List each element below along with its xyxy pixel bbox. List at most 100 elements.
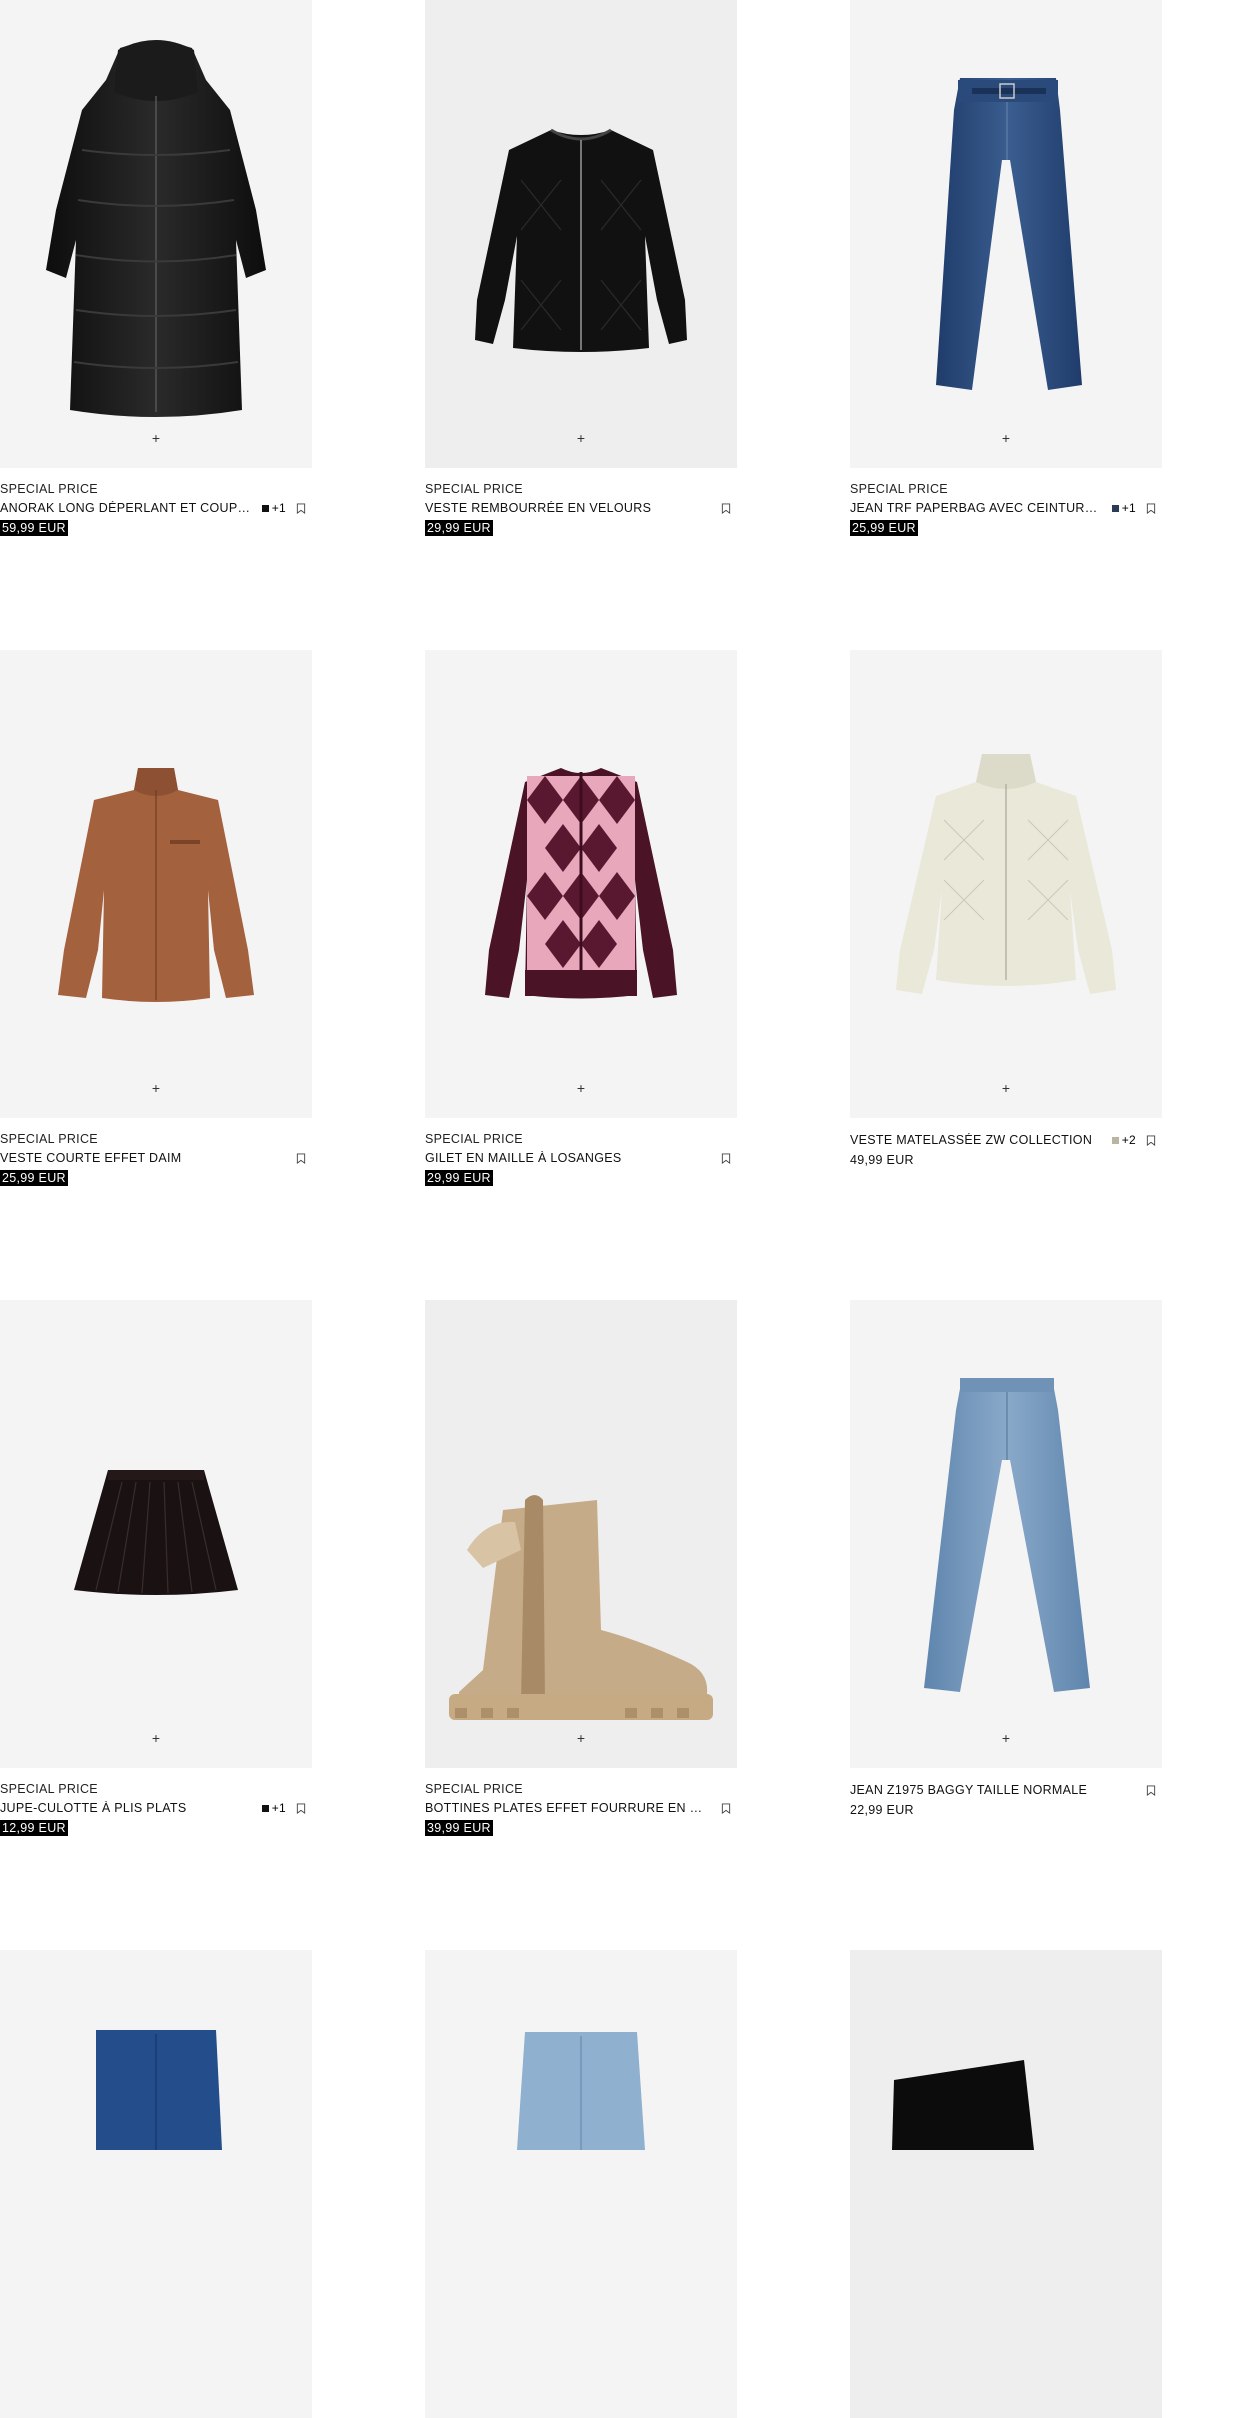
bookmark-icon[interactable]	[1146, 1134, 1156, 1146]
bookmark-icon[interactable]	[721, 502, 731, 514]
product-price: 25,99 EUR	[850, 520, 918, 536]
more-colors-count: +1	[271, 501, 286, 515]
bookmark-icon[interactable]	[296, 1152, 306, 1164]
product-card[interactable]: + SPECIAL PRICE JEAN TRF PAPERBAG AVEC C…	[850, 0, 1162, 537]
product-image-paperbag-jeans	[936, 78, 1082, 390]
product-card[interactable]: + SPECIAL PRICE GILET EN MAILLE À LOSANG…	[425, 650, 737, 1187]
product-price: 29,99 EUR	[425, 520, 493, 536]
product-name[interactable]: BOTTINES PLATES EFFET FOURRURE EN CR...	[425, 1801, 711, 1815]
color-swatches[interactable]: +1	[1111, 501, 1136, 515]
product-name[interactable]: GILET EN MAILLE À LOSANGES	[425, 1151, 711, 1165]
product-image[interactable]: +	[850, 650, 1162, 1118]
product-image-argyle-cardigan	[485, 768, 677, 999]
quick-add-plus-icon[interactable]: +	[148, 1730, 164, 1746]
product-image[interactable]: +	[0, 650, 312, 1118]
bookmark-icon[interactable]	[296, 502, 306, 514]
product-card[interactable]: + SPECIAL PRICE ANORAK LONG DÉPERLANT ET…	[0, 0, 312, 537]
special-price-tag: SPECIAL PRICE	[0, 482, 98, 496]
product-name[interactable]: VESTE MATELASSÉE ZW COLLECTION	[850, 1133, 1104, 1147]
bookmark-icon[interactable]	[721, 1802, 731, 1814]
product-card[interactable]: + JEAN Z1975 BAGGY TAILLE NORMALE 22,99 …	[850, 1300, 1162, 1819]
quick-add-plus-icon[interactable]: +	[998, 430, 1014, 446]
special-price-tag: SPECIAL PRICE	[425, 482, 523, 496]
product-info: VESTE MATELASSÉE ZW COLLECTION +2 49,99 …	[850, 1118, 1162, 1169]
product-image-quilted-jacket	[896, 754, 1116, 994]
product-image[interactable]	[425, 1950, 737, 2418]
product-price: 59,99 EUR	[0, 520, 68, 536]
product-name[interactable]: JEAN TRF PAPERBAG AVEC CEINTURE...	[850, 501, 1104, 515]
product-card[interactable]	[0, 1950, 312, 2418]
product-info: SPECIAL PRICE VESTE COURTE EFFET DAIM 25…	[0, 1118, 312, 1187]
special-price-tag: SPECIAL PRICE	[850, 482, 948, 496]
color-swatch	[1111, 1136, 1119, 1144]
product-image-fur-boots	[449, 1495, 713, 1720]
product-image-black-boot	[892, 2060, 1034, 2150]
color-swatches[interactable]: +2	[1111, 1133, 1136, 1147]
product-price: 25,99 EUR	[0, 1170, 68, 1186]
product-card[interactable]: + VESTE MATELASSÉE ZW COLLECTION +2 49,9…	[850, 650, 1162, 1169]
product-image[interactable]: +	[425, 0, 737, 468]
product-info: SPECIAL PRICE ANORAK LONG DÉPERLANT ET C…	[0, 468, 312, 537]
quick-add-plus-icon[interactable]: +	[998, 1080, 1014, 1096]
product-image[interactable]	[850, 1950, 1162, 2418]
bookmark-icon[interactable]	[1146, 502, 1156, 514]
product-image-suede-jacket	[58, 768, 254, 1002]
product-name[interactable]: VESTE COURTE EFFET DAIM	[0, 1151, 286, 1165]
product-name[interactable]: ANORAK LONG DÉPERLANT ET COUPE...	[0, 501, 254, 515]
product-price: 39,99 EUR	[425, 1820, 493, 1836]
product-image[interactable]: +	[850, 0, 1162, 468]
product-image-pleated-skort	[74, 1470, 238, 1595]
product-image[interactable]: +	[0, 0, 312, 468]
more-colors-count: +1	[1121, 501, 1136, 515]
product-image[interactable]: +	[850, 1300, 1162, 1768]
product-image[interactable]	[0, 1950, 312, 2418]
color-swatches[interactable]: +1	[261, 501, 286, 515]
special-price-tag: SPECIAL PRICE	[425, 1782, 523, 1796]
product-card[interactable]: + SPECIAL PRICE BOTTINES PLATES EFFET FO…	[425, 1300, 737, 1837]
quick-add-plus-icon[interactable]: +	[573, 430, 589, 446]
product-image[interactable]: +	[0, 1300, 312, 1768]
product-info: SPECIAL PRICE BOTTINES PLATES EFFET FOUR…	[425, 1768, 737, 1837]
product-price: 29,99 EUR	[425, 1170, 493, 1186]
color-swatches[interactable]: +1	[261, 1801, 286, 1815]
quick-add-plus-icon[interactable]: +	[998, 1730, 1014, 1746]
quick-add-plus-icon[interactable]: +	[573, 1730, 589, 1746]
bookmark-icon[interactable]	[296, 1802, 306, 1814]
product-card[interactable]	[425, 1950, 737, 2418]
product-name[interactable]: JEAN Z1975 BAGGY TAILLE NORMALE	[850, 1783, 1136, 1797]
more-colors-count: +2	[1121, 1133, 1136, 1147]
product-image[interactable]: +	[425, 1300, 737, 1768]
product-card[interactable]	[850, 1950, 1162, 2418]
quick-add-plus-icon[interactable]: +	[148, 430, 164, 446]
bookmark-icon[interactable]	[721, 1152, 731, 1164]
product-info: SPECIAL PRICE JUPE-CULOTTE À PLIS PLATS …	[0, 1768, 312, 1837]
product-info: SPECIAL PRICE GILET EN MAILLE À LOSANGES…	[425, 1118, 737, 1187]
more-colors-count: +1	[271, 1801, 286, 1815]
special-price-tag: SPECIAL PRICE	[0, 1782, 98, 1796]
product-card[interactable]: + SPECIAL PRICE JUPE-CULOTTE À PLIS PLAT…	[0, 1300, 312, 1837]
product-price: 49,99 EUR	[850, 1153, 914, 1167]
product-card[interactable]: + SPECIAL PRICE VESTE REMBOURRÉE EN VELO…	[425, 0, 737, 537]
product-image-light-jeans	[517, 2032, 645, 2150]
product-name[interactable]: JUPE-CULOTTE À PLIS PLATS	[0, 1801, 254, 1815]
product-price: 22,99 EUR	[850, 1803, 914, 1817]
quick-add-plus-icon[interactable]: +	[148, 1080, 164, 1096]
color-swatch	[261, 1804, 269, 1812]
color-swatch	[261, 504, 269, 512]
product-image-velvet-jacket	[475, 128, 687, 352]
product-info: SPECIAL PRICE VESTE REMBOURRÉE EN VELOUR…	[425, 468, 737, 537]
quick-add-plus-icon[interactable]: +	[573, 1080, 589, 1096]
product-info: JEAN Z1975 BAGGY TAILLE NORMALE 22,99 EU…	[850, 1768, 1162, 1819]
bookmark-icon[interactable]	[1146, 1784, 1156, 1796]
color-swatch	[1111, 504, 1119, 512]
product-card[interactable]: + SPECIAL PRICE VESTE COURTE EFFET DAIM …	[0, 650, 312, 1187]
special-price-tag: SPECIAL PRICE	[0, 1132, 98, 1146]
product-image-dark-jeans	[96, 2030, 222, 2150]
product-image-baggy-jeans	[924, 1378, 1090, 1692]
product-image-puffer-coat	[46, 40, 266, 417]
product-info: SPECIAL PRICE JEAN TRF PAPERBAG AVEC CEI…	[850, 468, 1162, 537]
product-price: 12,99 EUR	[0, 1820, 68, 1836]
product-image[interactable]: +	[425, 650, 737, 1118]
special-price-tag: SPECIAL PRICE	[425, 1132, 523, 1146]
product-name[interactable]: VESTE REMBOURRÉE EN VELOURS	[425, 501, 711, 515]
